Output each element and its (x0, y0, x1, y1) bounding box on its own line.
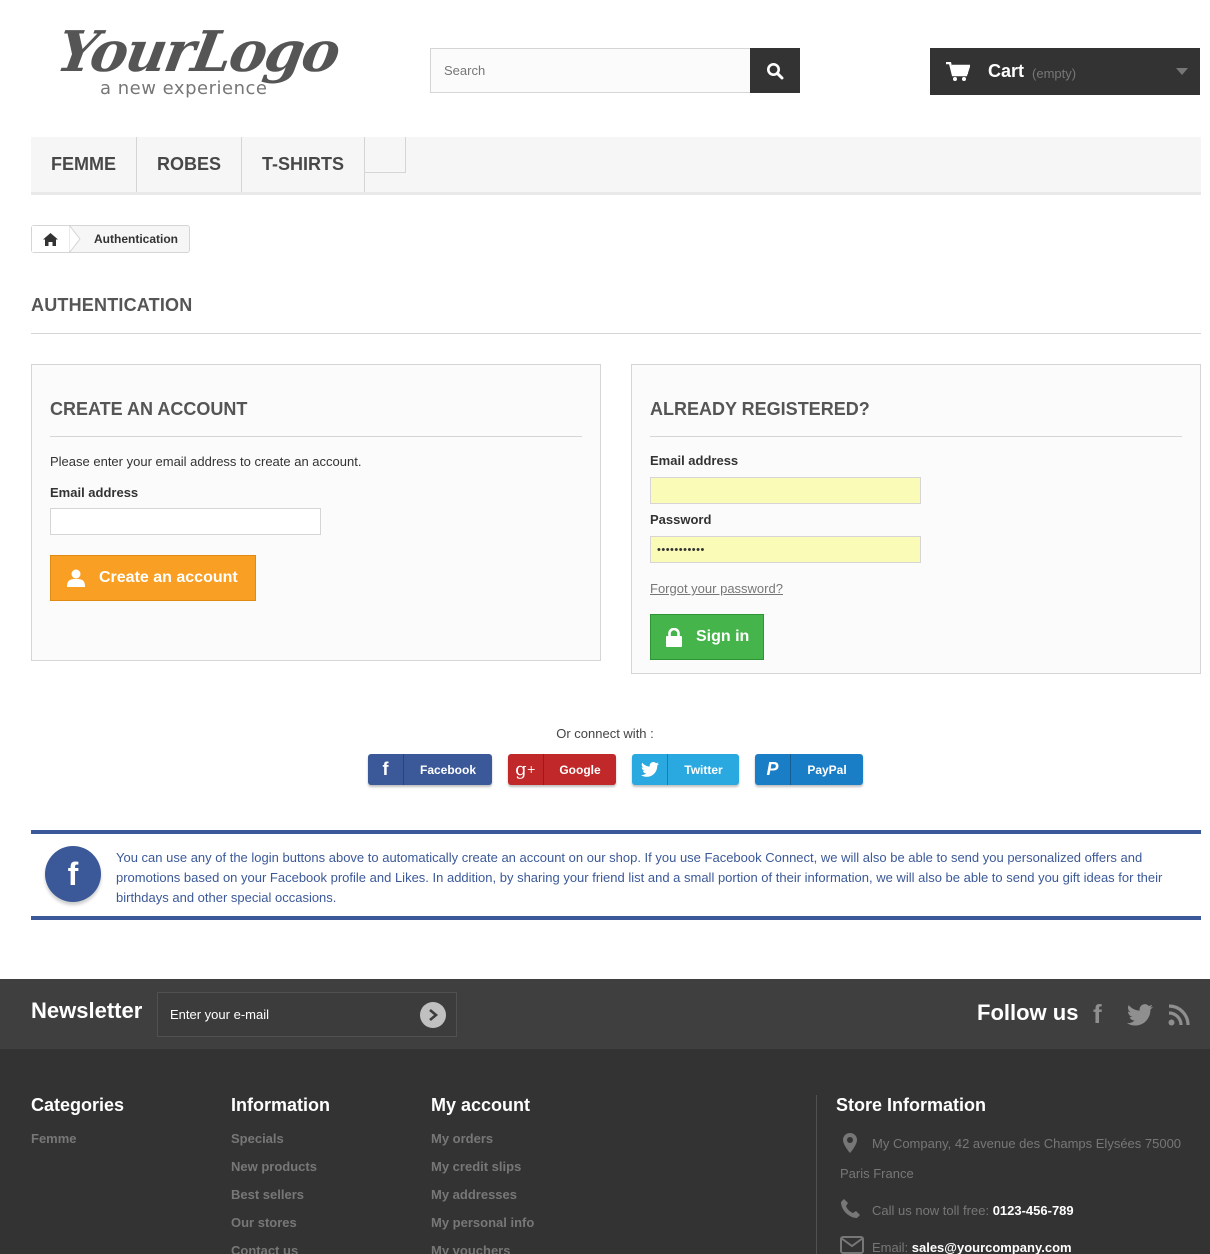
search-bar (430, 48, 800, 93)
create-email-field[interactable] (50, 508, 321, 535)
newsletter-bar: Newsletter Enter your e-mail Follow us f (0, 979, 1210, 1049)
login-title: ALREADY REGISTERED? (650, 365, 1182, 437)
create-email-label: Email address (50, 485, 139, 500)
footer-link[interactable]: New products (231, 1153, 330, 1181)
main-menu: FEMME ROBES T-SHIRTS (31, 137, 1201, 195)
footer-divider (816, 1095, 817, 1254)
google-login-button[interactable]: g + Google (508, 754, 616, 785)
store-email: Email: sales@yourcompany.com (872, 1240, 1072, 1254)
lock-icon (666, 627, 682, 647)
connect-prompt: Or connect with : (556, 726, 654, 741)
login-email-field[interactable] (650, 477, 921, 504)
create-account-note: Please enter your email address to creat… (50, 454, 362, 469)
facebook-follow-icon[interactable]: f (1093, 999, 1102, 1030)
paypal-login-label: PayPal (807, 762, 847, 777)
home-icon (43, 232, 58, 246)
search-input[interactable] (430, 48, 750, 93)
create-account-button[interactable]: Create an account (50, 555, 256, 601)
footer-categories: Categories Femme (31, 1095, 124, 1153)
footer-my-account-title: My account (431, 1095, 531, 1115)
newsletter-email-input[interactable]: Enter your e-mail (157, 992, 457, 1037)
store-phone-label: Call us now toll free: (872, 1203, 990, 1218)
breadcrumb: Authentication (31, 225, 190, 253)
twitter-icon (632, 754, 668, 785)
facebook-login-button[interactable]: f Facebook (368, 754, 492, 785)
cart-status: (empty) (1032, 65, 1077, 81)
breadcrumb-home[interactable] (32, 225, 81, 253)
twitter-login-button[interactable]: Twitter (632, 754, 739, 785)
map-marker-icon (842, 1133, 858, 1156)
facebook-info-banner: f You can use any of the login buttons a… (31, 830, 1201, 920)
footer-my-account: My account My orders My credit slips My … (431, 1095, 534, 1254)
user-icon (67, 569, 85, 587)
footer-categories-title: Categories (31, 1095, 125, 1115)
store-address-line1: My Company, 42 avenue des Champs Elysées… (872, 1136, 1182, 1151)
newsletter-title: Newsletter (31, 998, 143, 1023)
phone-icon (840, 1199, 860, 1222)
sign-in-button[interactable]: Sign in (650, 614, 764, 660)
menu-empty-slot (365, 137, 407, 173)
store-phone-number: 0123-456-789 (992, 1203, 1074, 1218)
login-password-label: Password (650, 512, 712, 527)
menu-item-tshirts[interactable]: T-SHIRTS (242, 137, 366, 192)
footer-link[interactable]: My addresses (431, 1181, 534, 1209)
footer-link[interactable]: Best sellers (231, 1181, 330, 1209)
footer-link[interactable]: My personal info (431, 1209, 534, 1237)
google-login-label: Google (559, 762, 601, 777)
logo-tagline: a new experience (100, 78, 268, 99)
breadcrumb-current: Authentication (94, 232, 178, 246)
menu-item-femme[interactable]: FEMME (31, 137, 137, 192)
footer-link[interactable]: Specials (231, 1125, 330, 1153)
store-address-line2: Paris France (840, 1166, 914, 1181)
newsletter-submit-button[interactable] (420, 1002, 446, 1028)
cart-icon (946, 61, 970, 81)
footer-store-info: Store Information My Company, 42 avenue … (836, 1095, 1206, 1254)
create-account-button-label: Create an account (99, 569, 238, 586)
footer-link[interactable]: Femme (31, 1125, 124, 1153)
follow-us-title: Follow us (977, 1000, 1079, 1025)
rss-icon[interactable] (1168, 1002, 1190, 1033)
twitter-login-label: Twitter (684, 762, 723, 777)
page-title: AUTHENTICATION (31, 295, 1201, 334)
footer: Categories Femme Information Specials Ne… (0, 1049, 1210, 1254)
facebook-login-label: Facebook (419, 762, 476, 777)
breadcrumb-separator (69, 225, 81, 253)
paypal-icon: P (755, 754, 791, 785)
paypal-login-button[interactable]: P PayPal (755, 754, 863, 785)
twitter-follow-icon[interactable] (1127, 1002, 1153, 1033)
facebook-info-text: You can use any of the login buttons abo… (116, 850, 1163, 905)
sign-in-button-label: Sign in (696, 628, 750, 645)
chevron-down-icon (1176, 68, 1188, 75)
facebook-icon: f (45, 846, 101, 902)
facebook-icon: f (368, 754, 404, 785)
login-panel: ALREADY REGISTERED? Email address Passwo… (631, 364, 1201, 674)
footer-link[interactable]: Our stores (231, 1209, 330, 1237)
forgot-password-link[interactable]: Forgot your password? (650, 581, 1182, 596)
footer-link[interactable]: Contact us (231, 1237, 330, 1254)
envelope-icon (840, 1236, 864, 1254)
store-email-label: Email: (872, 1240, 909, 1254)
arrow-right-icon (429, 1009, 439, 1021)
google-plus-icon: g + (508, 754, 544, 785)
footer-link[interactable]: My vouchers (431, 1237, 534, 1254)
footer-store-title: Store Information (836, 1095, 987, 1115)
footer-link[interactable]: My orders (431, 1125, 534, 1153)
store-email-link[interactable]: sales@yourcompany.com (912, 1240, 1072, 1254)
create-account-panel: CREATE AN ACCOUNT Please enter your emai… (31, 364, 601, 661)
footer-information: Information Specials New products Best s… (231, 1095, 330, 1254)
cart-button[interactable]: Cart (empty) (930, 48, 1200, 95)
create-account-title: CREATE AN ACCOUNT (50, 365, 582, 437)
site-logo[interactable]: YourLogo a new experience (52, 19, 348, 104)
login-email-label: Email address (650, 453, 739, 468)
newsletter-placeholder: Enter your e-mail (170, 1007, 269, 1022)
cart-label: Cart (988, 61, 1025, 81)
menu-item-robes[interactable]: ROBES (137, 137, 243, 192)
footer-information-title: Information (231, 1095, 330, 1115)
footer-link[interactable]: My credit slips (431, 1153, 534, 1181)
login-password-field[interactable]: ••••••••••• (650, 536, 921, 563)
store-phone: Call us now toll free: 0123-456-789 (872, 1203, 1074, 1218)
search-icon (767, 62, 784, 79)
logo-wordmark: YourLogo (52, 19, 344, 85)
search-button[interactable] (750, 48, 800, 93)
